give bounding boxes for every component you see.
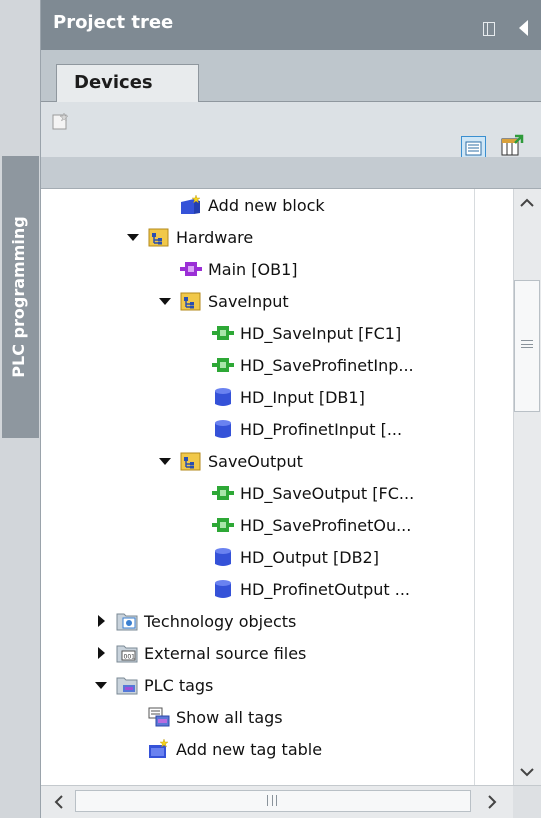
collapsed-arrow-icon[interactable]: [98, 647, 105, 659]
folder-group-icon: [180, 452, 201, 471]
db-block-icon: [215, 420, 231, 438]
tree-item-label: HD_ProfinetOutput ...: [240, 579, 410, 599]
split-view-icon[interactable]: [483, 22, 495, 36]
tree-item[interactable]: SaveOutput: [180, 445, 303, 477]
expand-arrow-icon[interactable]: [95, 682, 107, 689]
tree-item[interactable]: HD_SaveOutput [FC...: [212, 477, 414, 509]
tree-item-label: HD_SaveProfinetInp...: [240, 355, 414, 375]
fc-block-icon: [212, 518, 234, 532]
collapsed-arrow-icon[interactable]: [98, 615, 105, 627]
vertical-scrollbar[interactable]: [513, 189, 541, 785]
tree-item[interactable]: PLC tags: [116, 669, 213, 701]
scroll-down-icon[interactable]: [513, 758, 541, 786]
external-source-icon: 001: [116, 645, 138, 663]
plc-tags-folder-icon: [116, 677, 138, 695]
folder-group-icon: [148, 228, 169, 247]
collapse-panel-icon[interactable]: [519, 20, 528, 36]
tree-item[interactable]: HD_Output [DB2]: [212, 541, 379, 573]
tree-item-label: PLC tags: [144, 675, 214, 695]
db-block-icon: [215, 388, 231, 406]
fc-block-icon: [212, 358, 234, 372]
expand-arrow-icon[interactable]: [159, 298, 171, 305]
expand-arrow-icon[interactable]: [159, 458, 171, 465]
panel-title: Project tree: [53, 12, 174, 33]
ob-block-icon: [180, 262, 202, 276]
tree-item-label: Add new tag table: [176, 739, 323, 759]
new-item-icon[interactable]: [52, 112, 70, 130]
tree-item-label: Hardware: [176, 227, 254, 247]
tree-item[interactable]: Main [OB1]: [180, 253, 298, 285]
tab-devices-label: Devices: [74, 72, 153, 93]
tree-item-label: SaveOutput: [208, 451, 303, 471]
tree-item[interactable]: HD_Input [DB1]: [212, 381, 365, 413]
tree-item-label: HD_ProfinetInput [...: [240, 419, 403, 439]
header-band: [41, 157, 541, 189]
scroll-up-icon[interactable]: [513, 189, 541, 217]
db-block-icon: [215, 580, 231, 598]
tree-item-label: Add new block: [208, 195, 325, 215]
expand-arrow-icon[interactable]: [127, 234, 139, 241]
folder-group-icon: [180, 292, 201, 311]
scrollbar-corner: [513, 786, 541, 818]
technology-objects-icon: [116, 613, 138, 631]
tree-item-label: HD_SaveInput [FC1]: [240, 323, 402, 343]
tree-item[interactable]: HD_SaveProfinetOu...: [212, 509, 411, 541]
svg-text:001: 001: [124, 654, 136, 661]
tree-item-label: Show all tags: [176, 707, 283, 727]
column-divider: [474, 189, 475, 785]
add-new-block-icon: [181, 195, 201, 214]
scroll-grip-icon: [521, 340, 533, 348]
fc-block-icon: [212, 326, 234, 340]
tree-item[interactable]: Add new block: [180, 189, 325, 221]
tree-item[interactable]: HD_ProfinetInput [...: [212, 413, 402, 445]
tree-item[interactable]: HD_SaveInput [FC1]: [212, 317, 401, 349]
tree-item[interactable]: HD_ProfinetOutput ...: [212, 573, 410, 605]
tree-item-label: HD_SaveOutput [FC...: [240, 483, 415, 503]
side-tab-label: PLC programming: [9, 216, 28, 378]
db-block-icon: [215, 548, 231, 566]
column-settings-icon[interactable]: [500, 134, 524, 158]
tree-item[interactable]: Hardware: [148, 221, 253, 253]
tree-item-label: Main [OB1]: [208, 259, 298, 279]
scroll-grip-icon: [267, 795, 277, 806]
tree-item[interactable]: 001 External source files: [116, 637, 306, 669]
tree-item-label: HD_Output [DB2]: [240, 547, 379, 567]
tree-item-label: HD_SaveProfinetOu...: [240, 515, 412, 535]
add-tag-table-icon: [149, 739, 169, 758]
show-all-tags-icon: [148, 707, 170, 727]
fc-block-icon: [212, 486, 234, 500]
tree-item-label: SaveInput: [208, 291, 289, 311]
tree-item[interactable]: Technology objects: [116, 605, 296, 637]
tree-item[interactable]: Show all tags: [148, 701, 283, 733]
tree-item[interactable]: Add new tag table: [148, 733, 322, 765]
tree-item[interactable]: HD_SaveProfinetInp...: [212, 349, 414, 381]
tree-item-label: Technology objects: [144, 611, 297, 631]
scroll-left-icon[interactable]: [45, 788, 73, 816]
tree-item[interactable]: SaveInput: [180, 285, 289, 317]
tree-item-label: HD_Input [DB1]: [240, 387, 365, 407]
scroll-right-icon[interactable]: [478, 788, 506, 816]
tree-item-label: External source files: [144, 643, 307, 663]
